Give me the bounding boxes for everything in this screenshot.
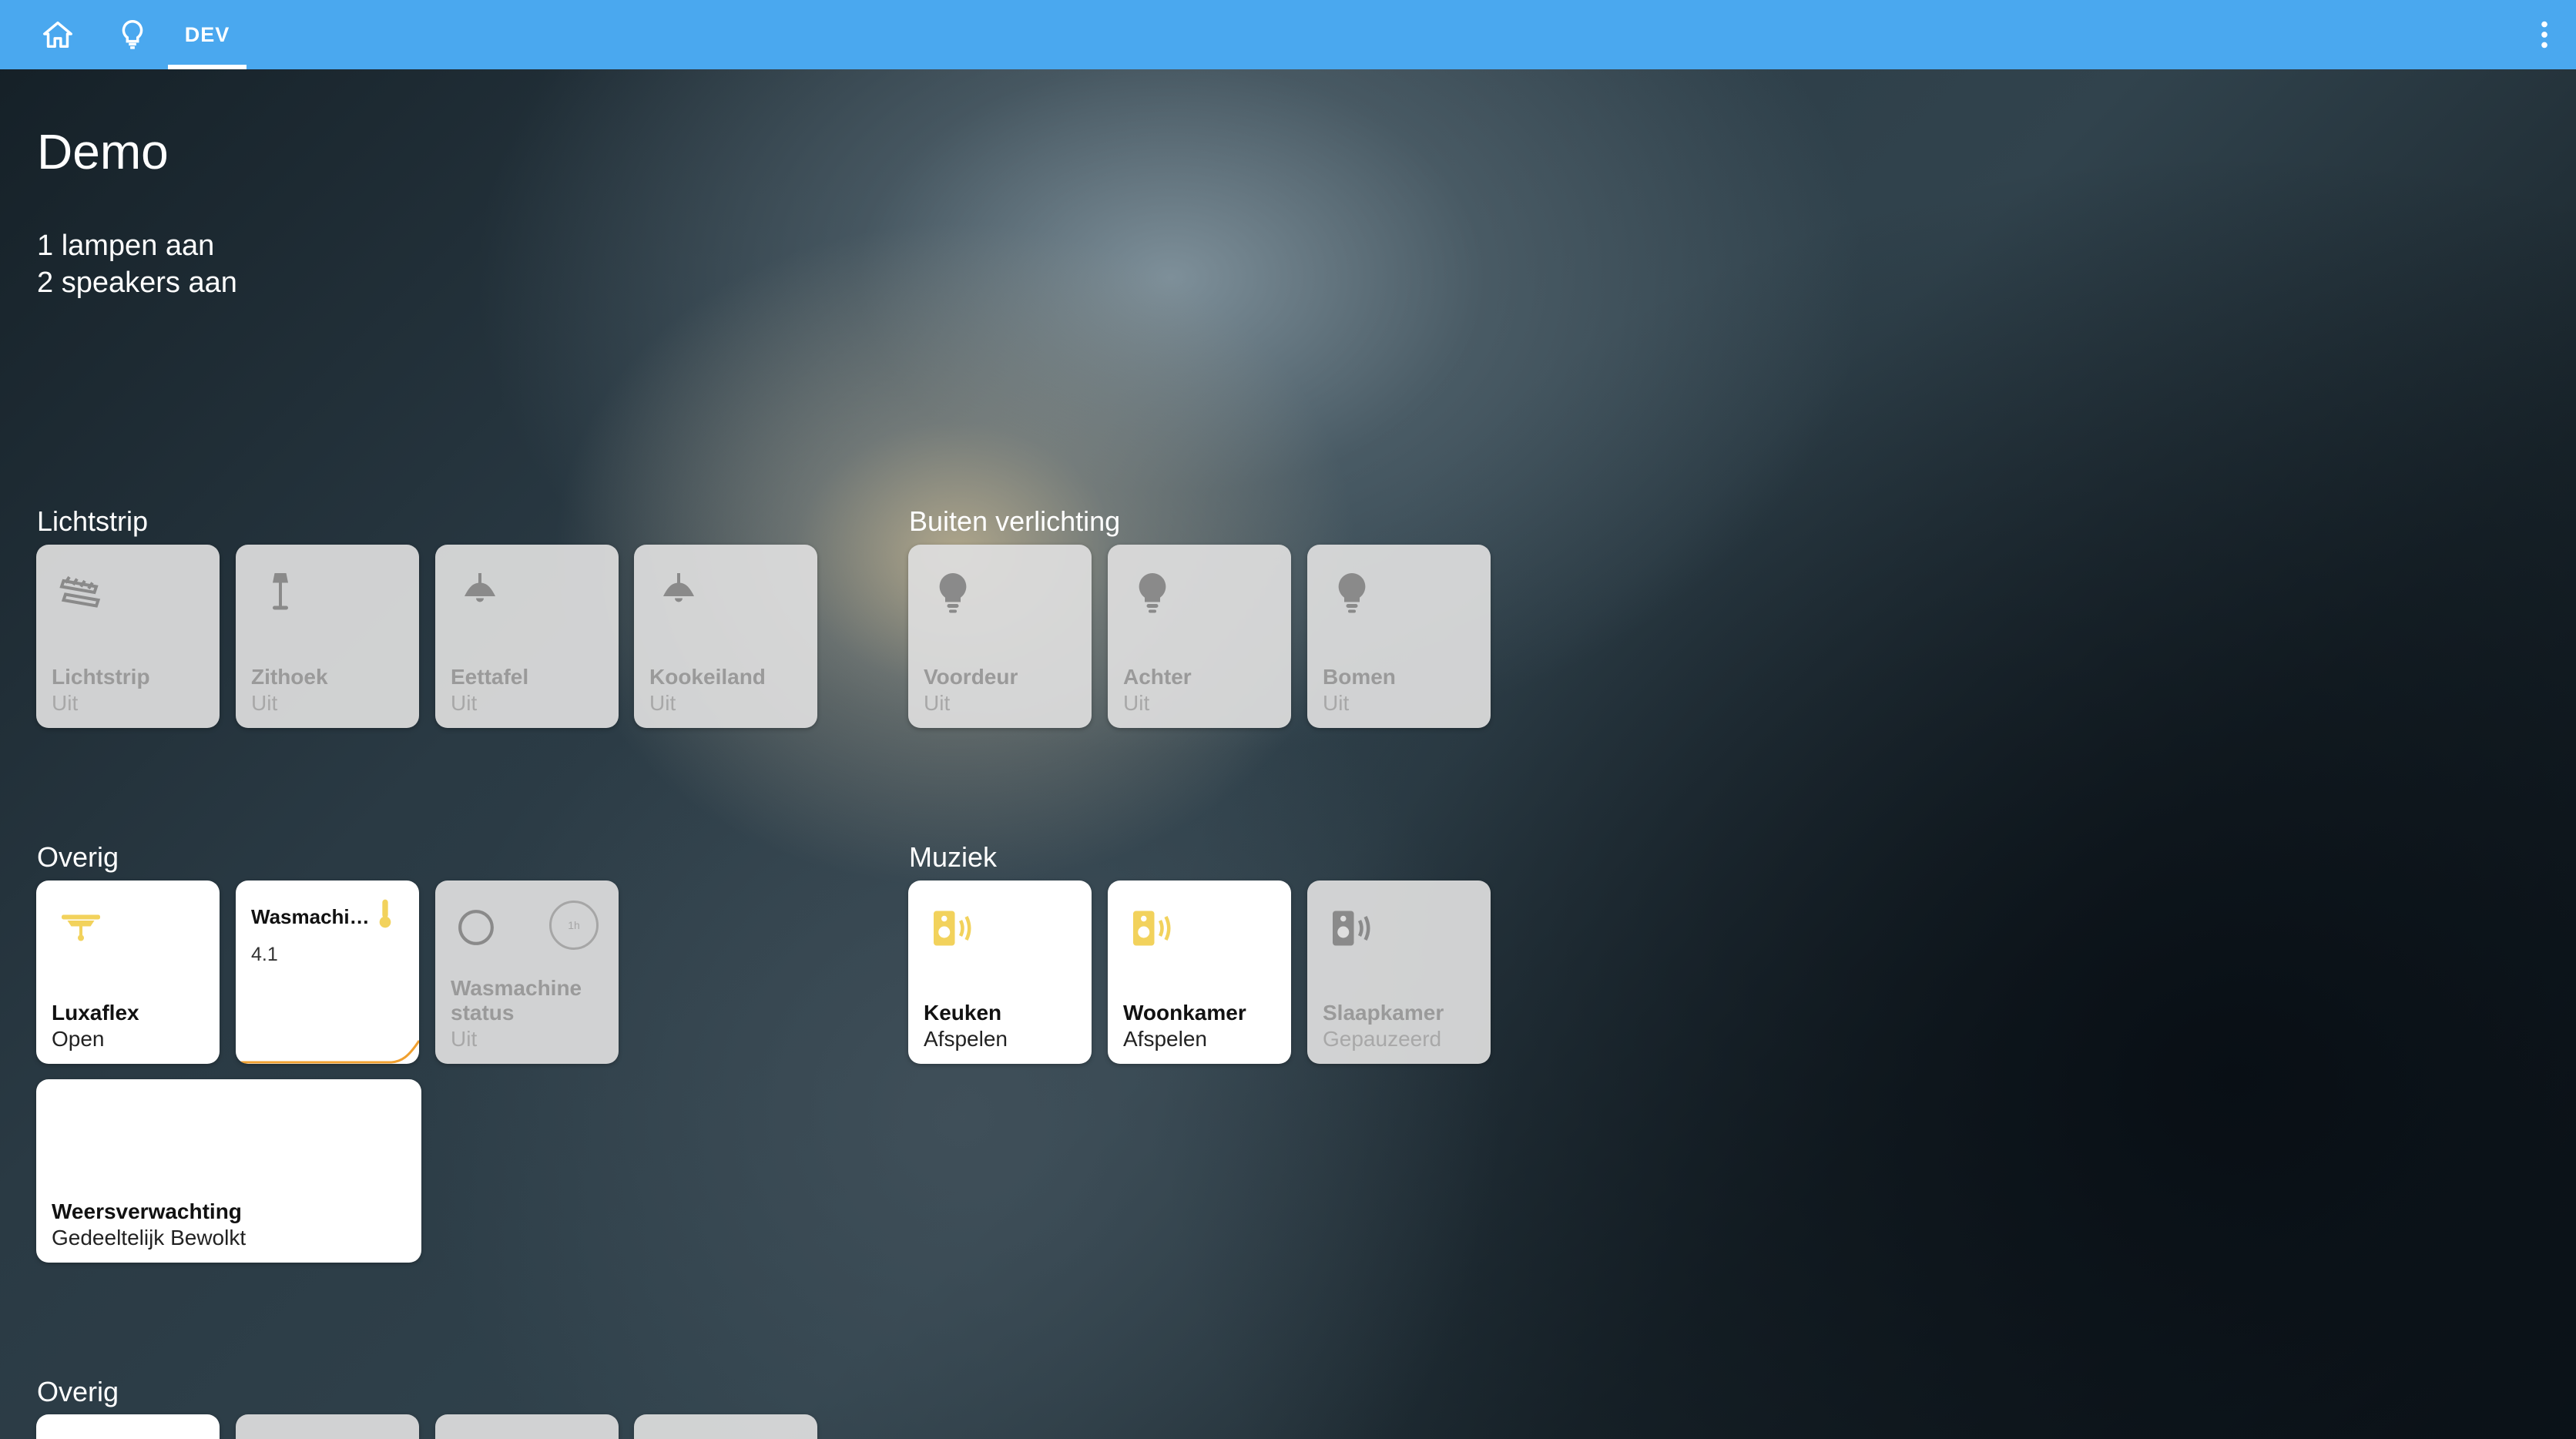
tile-name: Eettafel <box>451 665 529 689</box>
lightbulb-icon <box>1329 569 1375 616</box>
tab-dev[interactable]: DEV <box>168 0 247 69</box>
lightbulb-icon[interactable] <box>112 14 153 55</box>
ceiling-light-icon <box>457 569 503 616</box>
tile-state: Uit <box>924 691 951 715</box>
tile-state: Gepauzeerd <box>1323 1027 1442 1051</box>
speaker-wireless-icon <box>1329 905 1375 951</box>
tab-active-indicator <box>168 65 247 69</box>
tile-state: Uit <box>451 691 478 715</box>
timer-badge: 1h <box>549 901 599 950</box>
page-title: Demo <box>37 124 169 179</box>
summary-speakers: 2 speakers aan <box>37 267 237 299</box>
tile-name: Achter <box>1123 665 1192 689</box>
tile-state: Uit <box>1123 691 1150 715</box>
tile-state: Uit <box>52 691 79 715</box>
tile-partial-3[interactable] <box>435 1414 619 1439</box>
summary-lamps: 1 lampen aan <box>37 230 215 262</box>
tile-state: Uit <box>1323 691 1350 715</box>
tile-state: Afspelen <box>924 1027 1008 1051</box>
tile-state: Uit <box>649 691 676 715</box>
tile-name: Voordeur <box>924 665 1018 689</box>
tile-zithoek[interactable]: Zithoek Uit <box>236 545 419 728</box>
tile-voordeur[interactable]: Voordeur Uit <box>908 545 1092 728</box>
top-app-bar: DEV <box>0 0 2576 69</box>
tile-name-line1: Wasmachine <box>451 976 582 1000</box>
tile-slaapkamer[interactable]: Slaapkamer Gepauzeerd <box>1307 881 1491 1064</box>
tile-name: Keuken <box>924 1001 1002 1025</box>
sensor-name: Wasmachi… <box>251 905 370 928</box>
tile-name: Kookeiland <box>649 665 766 689</box>
tile-eettafel[interactable]: Eettafel Uit <box>435 545 619 728</box>
tile-achter[interactable]: Achter Uit <box>1108 545 1291 728</box>
led-strip-icon <box>58 569 104 616</box>
tile-weersverwachting[interactable]: Weersverwachting Gedeeltelijk Bewolkt <box>36 1079 421 1263</box>
blinds-icon <box>58 905 104 951</box>
tile-kookeiland[interactable]: Kookeiland Uit <box>634 545 817 728</box>
tile-name: Slaapkamer <box>1323 1001 1444 1025</box>
tile-state: Afspelen <box>1123 1027 1207 1051</box>
tile-lichtstrip[interactable]: Lichtstrip Uit <box>36 545 220 728</box>
floor-lamp-icon <box>257 569 304 616</box>
sensor-value: 4.1 <box>251 944 278 965</box>
circle-outline-icon <box>457 908 495 947</box>
sensor-sparkline <box>236 1040 419 1064</box>
tile-name: Lichtstrip <box>52 665 150 689</box>
section-title-lichtstrip: Lichtstrip <box>37 505 149 537</box>
tile-wasmachine-status[interactable]: 1h Wasmachine status Uit <box>435 881 619 1064</box>
tile-name: Woonkamer <box>1123 1001 1246 1025</box>
thermometer-icon <box>368 894 402 933</box>
dots-vertical-icon[interactable] <box>2524 14 2565 55</box>
section-title-buiten-verlichting: Buiten verlichting <box>909 505 1121 537</box>
section-title-overig: Overig <box>37 841 119 873</box>
tile-name: Zithoek <box>251 665 328 689</box>
home-icon[interactable] <box>37 14 79 55</box>
tile-name: Bomen <box>1323 665 1396 689</box>
section-title-muziek: Muziek <box>909 841 998 873</box>
lightbulb-icon <box>930 569 976 616</box>
lightbulb-icon <box>1129 569 1176 616</box>
tile-name-line2: status <box>451 1001 515 1025</box>
tile-state: Uit <box>251 691 278 715</box>
tile-partial-4[interactable] <box>634 1414 817 1439</box>
tile-partial-2[interactable] <box>236 1414 419 1439</box>
tile-partial-1[interactable] <box>36 1414 220 1439</box>
section-title-overig-2: Overig <box>37 1376 119 1407</box>
tile-woonkamer[interactable]: Woonkamer Afspelen <box>1108 881 1291 1064</box>
tile-bomen[interactable]: Bomen Uit <box>1307 545 1491 728</box>
tile-wasmachine-sensor[interactable]: Wasmachi… 4.1 <box>236 881 419 1064</box>
tile-keuken[interactable]: Keuken Afspelen <box>908 881 1092 1064</box>
tile-name: Luxaflex <box>52 1001 139 1025</box>
tile-name: Weersverwachting <box>52 1199 242 1223</box>
tile-state: Uit <box>451 1027 478 1051</box>
tile-luxaflex[interactable]: Luxaflex Open <box>36 881 220 1064</box>
speaker-wireless-icon <box>1129 905 1176 951</box>
tile-state: Open <box>52 1027 105 1051</box>
speaker-wireless-icon <box>930 905 976 951</box>
ceiling-light-icon <box>656 569 702 616</box>
tile-state: Gedeeltelijk Bewolkt <box>52 1226 247 1249</box>
